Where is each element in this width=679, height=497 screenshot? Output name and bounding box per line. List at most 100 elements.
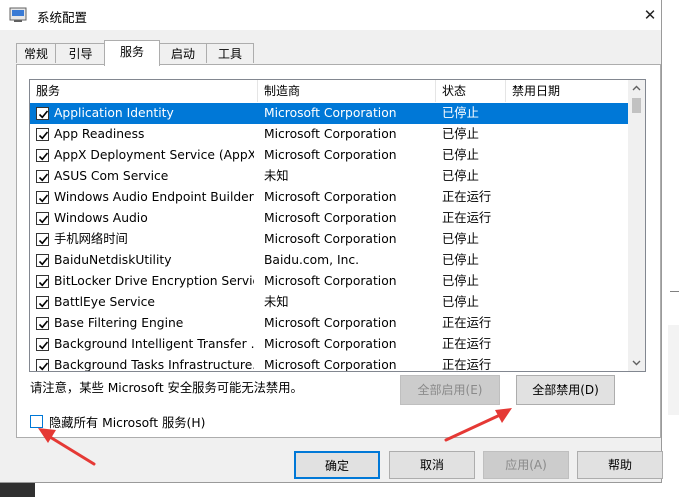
cell-status: 正在运行	[442, 337, 492, 351]
service-checkbox[interactable]	[36, 338, 49, 351]
service-checkbox[interactable]	[36, 170, 49, 183]
cell-maker: Microsoft Corporation	[264, 127, 397, 141]
tab-tools[interactable]: 工具	[206, 43, 254, 63]
cell-maker: Microsoft Corporation	[264, 337, 397, 351]
cell-disable-date	[512, 250, 624, 271]
cell-status: 已停止	[442, 232, 479, 246]
cell-status: 已停止	[442, 274, 479, 288]
cell-service: App Readiness	[54, 127, 145, 141]
column-header-disable-date[interactable]: 禁用日期	[506, 80, 628, 102]
cell-disable-date	[512, 355, 624, 371]
background-window-edge	[668, 325, 679, 415]
close-button[interactable]: ✕	[640, 4, 660, 26]
cell-disable-date	[512, 229, 624, 250]
cell-status: 正在运行	[442, 211, 492, 225]
service-checkbox[interactable]	[36, 296, 49, 309]
hide-ms-services-label[interactable]: 隐藏所有 Microsoft 服务(H)	[49, 413, 205, 431]
cell-service: AppX Deployment Service (AppX...	[54, 148, 254, 162]
cell-maker: 未知	[264, 169, 289, 183]
cell-disable-date	[512, 271, 624, 292]
cell-service: ASUS Com Service	[54, 169, 169, 183]
cell-disable-date	[512, 313, 624, 334]
arrow-up-icon[interactable]	[628, 80, 645, 97]
table-row[interactable]: BattlEye Service 未知 已停止	[30, 292, 628, 313]
service-checkbox[interactable]	[36, 191, 49, 204]
apply-button[interactable]: 应用(A)	[483, 451, 569, 479]
vertical-scrollbar[interactable]	[628, 80, 645, 371]
background-taskbar	[0, 483, 35, 497]
enable-all-button[interactable]: 全部启用(E)	[400, 375, 500, 405]
tab-startup[interactable]: 启动	[159, 43, 207, 63]
arrow-down-icon[interactable]	[628, 354, 645, 371]
cell-status: 正在运行	[442, 358, 492, 372]
scrollbar-thumb[interactable]	[632, 98, 641, 113]
cell-service: BattlEye Service	[54, 295, 155, 309]
cell-maker: Microsoft Corporation	[264, 358, 397, 372]
table-row[interactable]: 手机网络时间 Microsoft Corporation 已停止	[30, 229, 628, 250]
service-checkbox[interactable]	[36, 107, 49, 120]
tab-boot[interactable]: 引导	[55, 43, 106, 63]
table-row[interactable]: ASUS Com Service 未知 已停止	[30, 166, 628, 187]
cell-status: 已停止	[442, 106, 479, 120]
cell-maker: Microsoft Corporation	[264, 232, 397, 246]
cell-maker: Microsoft Corporation	[264, 274, 397, 288]
column-header-maker[interactable]: 制造商	[258, 80, 436, 102]
service-checkbox[interactable]	[36, 254, 49, 267]
hide-ms-services-checkbox[interactable]	[30, 415, 43, 428]
list-header: 服务 制造商 状态 禁用日期	[30, 80, 628, 102]
column-header-service[interactable]: 服务	[30, 80, 258, 102]
table-row[interactable]: AppX Deployment Service (AppX... Microsof…	[30, 145, 628, 166]
cell-disable-date	[512, 103, 624, 124]
cell-maker: Microsoft Corporation	[264, 316, 397, 330]
background-line	[670, 291, 679, 292]
cell-maker: Microsoft Corporation	[264, 106, 397, 120]
services-list[interactable]: 服务 制造商 状态 禁用日期 Application Identity Micro…	[29, 79, 646, 372]
table-row[interactable]: Base Filtering Engine Microsoft Corporati…	[30, 313, 628, 334]
title-bar[interactable]	[0, 0, 661, 30]
cell-disable-date	[512, 145, 624, 166]
cell-maker: Baidu.com, Inc.	[264, 253, 360, 267]
cell-service: BaiduNetdiskUtility	[54, 253, 172, 267]
cell-disable-date	[512, 334, 624, 355]
service-checkbox[interactable]	[36, 212, 49, 225]
ok-button[interactable]: 确定	[294, 451, 380, 479]
cell-status: 已停止	[442, 148, 479, 162]
cell-service: Base Filtering Engine	[54, 316, 184, 330]
service-checkbox[interactable]	[36, 359, 49, 371]
cell-service: BitLocker Drive Encryption Service	[54, 274, 254, 288]
tab-services[interactable]: 服务	[104, 40, 160, 66]
table-row[interactable]: Background Intelligent Transfer ... Micro…	[30, 334, 628, 355]
cell-status: 已停止	[442, 253, 479, 267]
table-row[interactable]: BaiduNetdiskUtility Baidu.com, Inc. 已停止	[30, 250, 628, 271]
service-checkbox[interactable]	[36, 275, 49, 288]
cell-service: Background Tasks Infrastructure...	[54, 358, 254, 372]
service-checkbox[interactable]	[36, 149, 49, 162]
cell-disable-date	[512, 187, 624, 208]
cell-service: Windows Audio	[54, 211, 148, 225]
cell-service: Windows Audio Endpoint Builder	[54, 190, 254, 204]
table-row[interactable]: Application Identity Microsoft Corporatio…	[30, 103, 628, 124]
cell-disable-date	[512, 124, 624, 145]
tab-general[interactable]: 常规	[16, 43, 56, 63]
column-header-status[interactable]: 状态	[436, 80, 506, 102]
cell-status: 已停止	[442, 295, 479, 309]
cell-status: 已停止	[442, 127, 479, 141]
table-row[interactable]: Windows Audio Microsoft Corporation 正在运行	[30, 208, 628, 229]
service-checkbox[interactable]	[36, 233, 49, 246]
warning-note: 请注意，某些 Microsoft 安全服务可能无法禁用。	[30, 381, 303, 395]
table-row[interactable]: Background Tasks Infrastructure... Micros…	[30, 355, 628, 372]
background-desktop	[662, 0, 679, 497]
table-row[interactable]: BitLocker Drive Encryption Service Micros…	[30, 271, 628, 292]
service-checkbox[interactable]	[36, 317, 49, 330]
cell-status: 正在运行	[442, 316, 492, 330]
cell-service: Application Identity	[54, 106, 174, 120]
cancel-button[interactable]: 取消	[389, 451, 475, 479]
disable-all-button[interactable]: 全部禁用(D)	[516, 375, 615, 405]
cell-maker: Microsoft Corporation	[264, 211, 397, 225]
table-row[interactable]: App Readiness Microsoft Corporation 已停止	[30, 124, 628, 145]
cell-status: 正在运行	[442, 190, 492, 204]
service-checkbox[interactable]	[36, 128, 49, 141]
cell-maker: Microsoft Corporation	[264, 190, 397, 204]
table-row[interactable]: Windows Audio Endpoint Builder Microsoft …	[30, 187, 628, 208]
help-button[interactable]: 帮助	[577, 451, 663, 479]
